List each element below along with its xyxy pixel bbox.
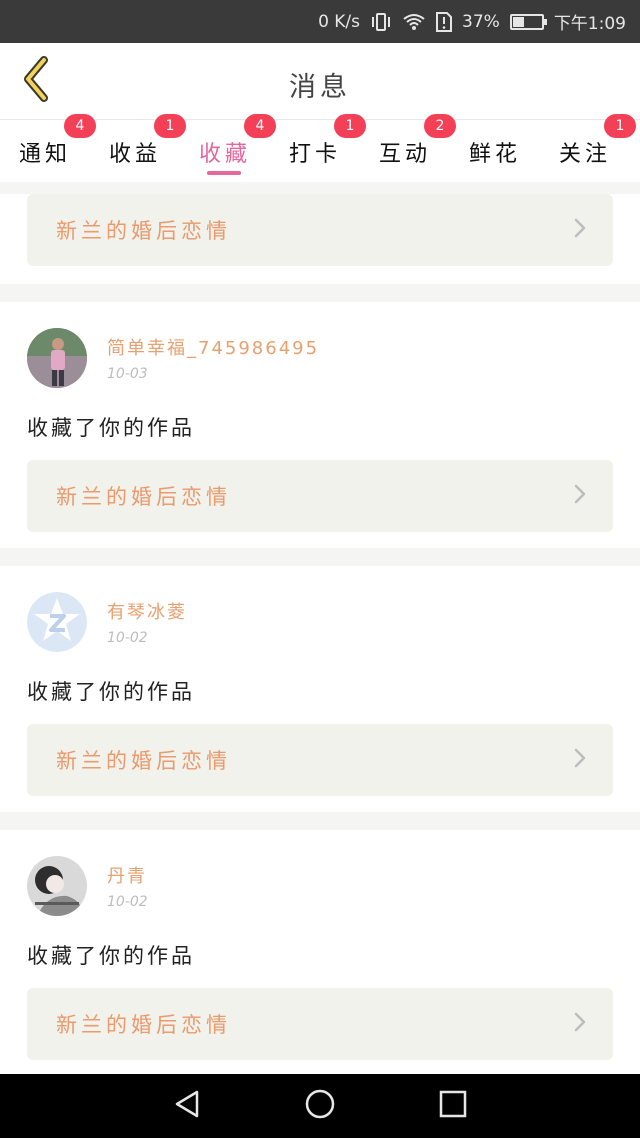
circle-home-icon — [304, 1088, 336, 1124]
battery-percent: 37% — [462, 11, 500, 32]
tab-following[interactable]: 关注 1 — [540, 114, 636, 182]
tab-label: 关注 — [558, 142, 611, 167]
tab-label: 通知 — [18, 142, 71, 167]
action-text: 收藏了你的作品 — [27, 416, 195, 440]
tab-earnings[interactable]: 收益 1 — [90, 114, 186, 182]
status-bar: 0 K/s 37% 下午1:09 — [0, 0, 640, 43]
vibrate-icon — [370, 12, 392, 31]
active-tab-indicator — [207, 171, 241, 175]
user-row: 有琴冰菱 10-02 — [27, 592, 613, 656]
user-row: 简单幸福_745986495 10-03 — [27, 328, 613, 392]
chevron-right-icon — [573, 747, 587, 773]
nav-home-button[interactable] — [300, 1086, 340, 1126]
date: 10-02 — [107, 630, 148, 646]
tab-label: 鲜花 — [468, 142, 521, 167]
list-item: 丹青 10-02 收藏了你的作品 新兰的婚后恋情 — [0, 830, 640, 1076]
system-nav-bar — [0, 1074, 640, 1138]
tab-checkin[interactable]: 打卡 1 — [270, 114, 366, 182]
sim-alert-icon — [436, 11, 453, 32]
avatar[interactable] — [27, 328, 87, 388]
network-speed: 0 K/s — [318, 11, 361, 32]
user-row: 丹青 10-02 — [27, 856, 613, 920]
work-title: 新兰的婚后恋情 — [56, 749, 231, 773]
tab-interactions[interactable]: 互动 2 — [360, 114, 456, 182]
date: 10-03 — [107, 366, 148, 382]
date: 10-02 — [107, 894, 148, 910]
tab-favorites[interactable]: 收藏 4 — [180, 114, 276, 182]
nav-recents-button[interactable] — [433, 1086, 473, 1126]
unread-badge: 1 — [604, 114, 636, 138]
tab-bar: 通知 4 收益 1 收藏 4 打卡 1 互动 2 鲜花 关注 1 — [0, 114, 640, 182]
action-text: 收藏了你的作品 — [27, 680, 195, 704]
tab-label: 收藏 — [198, 142, 251, 167]
triangle-back-icon — [173, 1089, 201, 1123]
work-title: 新兰的婚后恋情 — [56, 485, 231, 509]
list-item: 有琴冰菱 10-02 收藏了你的作品 新兰的婚后恋情 — [0, 566, 640, 812]
work-link[interactable]: 新兰的婚后恋情 — [27, 460, 613, 532]
nav-back-button[interactable] — [167, 1086, 207, 1126]
tab-flowers[interactable]: 鲜花 — [450, 120, 540, 182]
username[interactable]: 有琴冰菱 — [107, 598, 187, 624]
work-link[interactable]: 新兰的婚后恋情 — [27, 988, 613, 1060]
list-item: 新兰的婚后恋情 — [0, 194, 640, 284]
username[interactable]: 丹青 — [107, 862, 148, 888]
tab-label: 互动 — [378, 142, 431, 167]
page-title: 消息 — [289, 72, 351, 103]
chevron-right-icon — [573, 217, 587, 243]
list-item: 简单幸福_745986495 10-03 收藏了你的作品 新兰的婚后恋情 — [0, 302, 640, 548]
tab-label: 打卡 — [288, 142, 341, 167]
chevron-right-icon — [573, 1011, 587, 1037]
work-title: 新兰的婚后恋情 — [56, 1013, 231, 1037]
work-link[interactable]: 新兰的婚后恋情 — [27, 194, 613, 266]
work-title: 新兰的婚后恋情 — [56, 219, 231, 243]
clock: 下午1:09 — [553, 14, 626, 34]
chevron-right-icon — [573, 483, 587, 509]
tab-label: 收益 — [108, 142, 161, 167]
username[interactable]: 简单幸福_745986495 — [107, 334, 319, 360]
action-text: 收藏了你的作品 — [27, 944, 195, 968]
app-header: 消息 — [0, 43, 640, 120]
tab-notifications[interactable]: 通知 4 — [0, 114, 96, 182]
square-recents-icon — [439, 1090, 467, 1122]
avatar[interactable] — [27, 592, 87, 652]
work-link[interactable]: 新兰的婚后恋情 — [27, 724, 613, 796]
battery-icon — [509, 13, 547, 30]
wifi-icon — [402, 13, 426, 31]
message-list: 新兰的婚后恋情 简单幸福_745986495 10-03 收藏了你的作品 新兰的… — [0, 182, 640, 1076]
avatar[interactable] — [27, 856, 87, 916]
